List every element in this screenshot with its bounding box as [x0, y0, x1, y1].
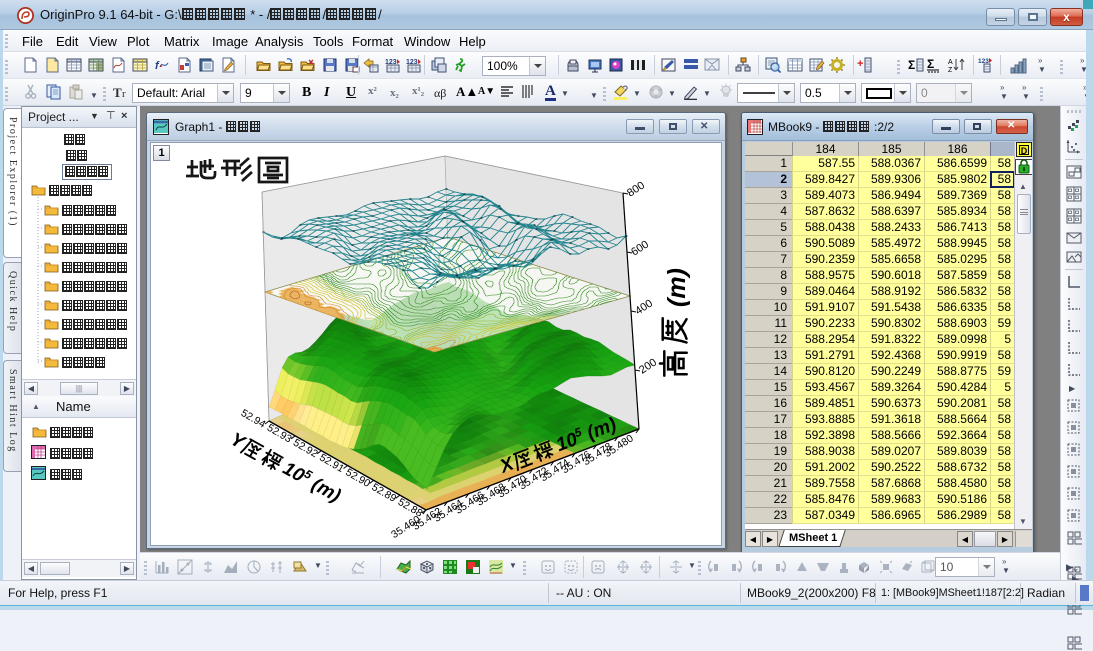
- svg-text:400: 400: [633, 297, 655, 317]
- svg-text:+: +: [857, 58, 863, 70]
- svg-text:600: 600: [629, 238, 651, 258]
- svg-text:(m): (m): [663, 268, 691, 307]
- svg-text:T: T: [113, 85, 122, 100]
- svg-text:Y: Y: [227, 429, 250, 455]
- svg-text:r: r: [122, 88, 126, 100]
- svg-text:f: f: [155, 60, 160, 72]
- svg-text:Σ: Σ: [908, 58, 915, 72]
- svg-text:Σ: Σ: [927, 57, 934, 71]
- svg-text:52.94: 52.94: [239, 407, 268, 431]
- svg-text:Z: Z: [948, 67, 953, 73]
- svg-text:A: A: [948, 59, 953, 66]
- svg-text:800: 800: [625, 179, 647, 199]
- svg-text:200: 200: [637, 356, 659, 376]
